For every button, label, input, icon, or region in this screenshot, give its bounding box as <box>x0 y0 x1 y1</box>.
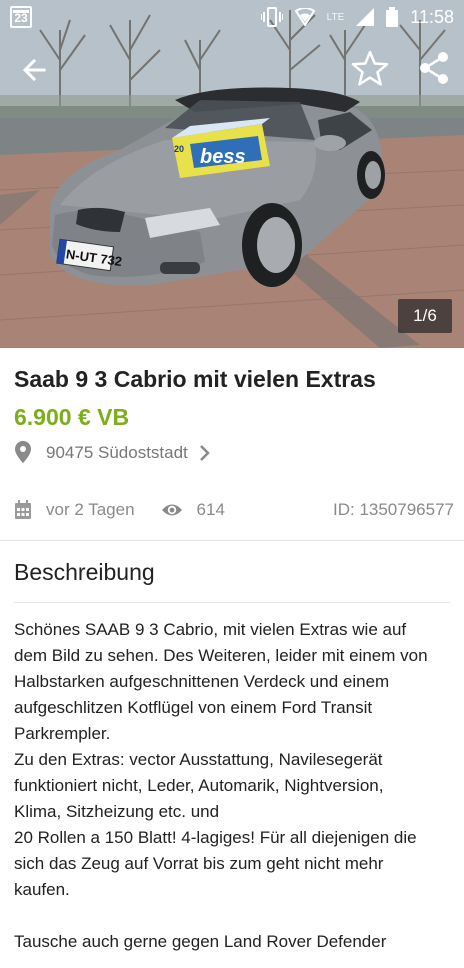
listing-price: 6.900 € VB <box>14 404 130 430</box>
listing-photo-gallery[interactable]: N-UT 732 bess 20 23 LTE 11:58 1/6 <box>0 0 464 348</box>
location-text: 90475 Südoststadt <box>46 443 188 462</box>
svg-text:20: 20 <box>174 144 184 154</box>
chevron-right-icon <box>199 445 210 461</box>
view-count: 614 <box>196 500 225 519</box>
back-arrow-icon[interactable] <box>14 48 58 92</box>
heading-divider <box>14 602 450 603</box>
description-line: funktioniert nicht, Leder, Automarik, Ni… <box>14 776 384 795</box>
status-bar: 23 LTE 11:58 <box>0 0 464 34</box>
description-line: Tausche auch gerne gegen Land Rover Defe… <box>14 932 387 951</box>
ad-id: ID: 1350796577 <box>333 500 454 519</box>
location-link[interactable]: 90475 Südoststadt <box>14 440 212 466</box>
description-line: aufgeschlitzen Kotflügel von einem Ford … <box>14 698 373 717</box>
eye-icon <box>161 504 182 516</box>
calendar-icon: 23 <box>10 6 32 28</box>
description-line: Klima, Sitzheizung etc. und <box>14 802 220 821</box>
map-pin-icon <box>15 441 31 463</box>
clock: 11:58 <box>410 6 454 27</box>
vibrate-icon <box>260 7 283 27</box>
description-line: 20 Rollen a 150 Blatt! 4-lagiges! Für al… <box>14 828 417 847</box>
description-line: Parkrempler. <box>14 724 111 743</box>
description-heading: Beschreibung <box>14 559 155 585</box>
share-icon[interactable] <box>412 46 456 90</box>
description-line: Zu den Extras: vector Ausstattung, Navil… <box>14 750 383 769</box>
signal-icon <box>356 8 375 26</box>
image-counter-badge: 1/6 <box>398 299 452 333</box>
calendar-icon <box>15 500 31 519</box>
description-line: dem Bild zu sehen. Des Weiteren, leider … <box>14 646 428 665</box>
app-bar <box>0 40 464 96</box>
description-line: sich das Zeug auf Vorrat bis zum geht ni… <box>14 854 384 873</box>
description-line: Halbstarken aufgeschnittenen Verdeck und… <box>14 672 390 691</box>
star-outline-icon[interactable] <box>348 46 392 90</box>
description-blank-line <box>14 903 454 929</box>
listing-meta-row: vor 2 Tagen 614 ID: 1350796577 <box>14 497 454 523</box>
description-text: Schönes SAAB 9 3 Cabrio, mit vielen Extr… <box>14 617 454 955</box>
description-line: kaufen. <box>14 880 70 899</box>
description-line: Schönes SAAB 9 3 Cabrio, mit vielen Extr… <box>14 620 407 639</box>
wifi-icon <box>294 8 315 26</box>
product-label: bess <box>200 146 246 168</box>
battery-icon <box>386 7 399 27</box>
posted-date: vor 2 Tagen <box>46 500 135 519</box>
section-divider <box>0 540 464 541</box>
listing-title: Saab 9 3 Cabrio mit vielen Extras <box>14 366 376 392</box>
network-type: LTE <box>326 11 345 23</box>
